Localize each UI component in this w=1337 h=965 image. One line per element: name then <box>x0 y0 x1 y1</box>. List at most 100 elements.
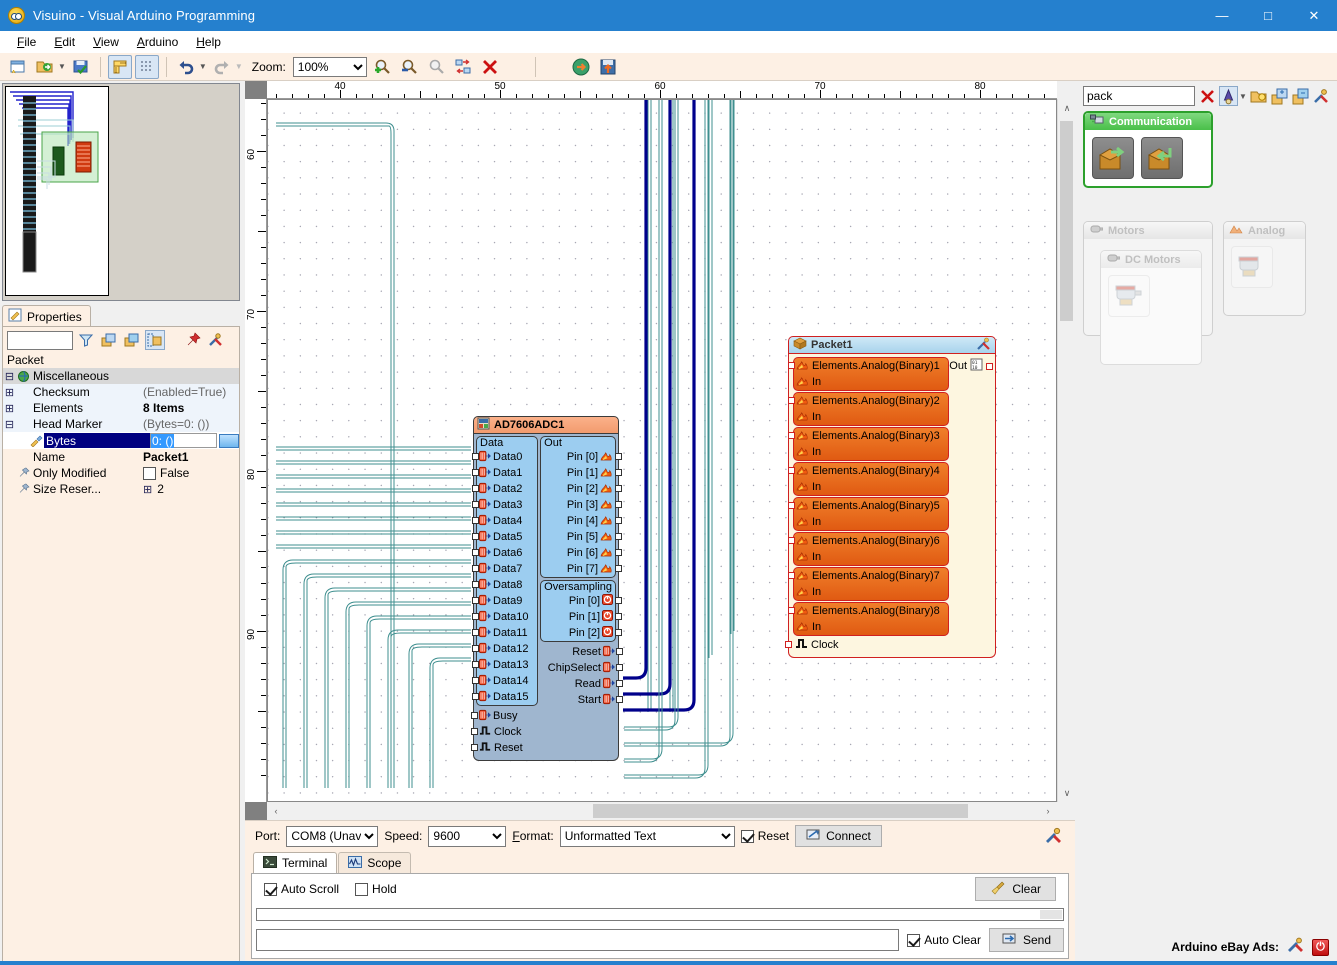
pin-socket[interactable] <box>616 696 623 703</box>
menu-item-help[interactable]: Help <box>187 33 230 51</box>
upload-icon[interactable] <box>596 55 620 79</box>
pin-socket[interactable] <box>472 581 479 588</box>
packet-out-socket[interactable] <box>986 362 993 370</box>
component-header[interactable]: Packet1 <box>788 336 996 354</box>
send-input[interactable] <box>256 929 900 951</box>
subcategory-header[interactable]: DC Motors <box>1101 251 1201 268</box>
horizontal-scroll-thumb[interactable] <box>593 804 968 818</box>
tab-properties[interactable]: Properties <box>2 305 91 327</box>
adc-data-pin[interactable]: Data0 <box>472 449 537 465</box>
power-icon[interactable]: ⏻ <box>1312 938 1329 956</box>
reset-checkbox-wrap[interactable]: Reset <box>740 829 789 843</box>
terminal-scroll-thumb[interactable] <box>1040 910 1062 919</box>
undo-icon[interactable] <box>174 55 198 79</box>
zoom-reset-icon[interactable] <box>424 55 448 79</box>
auto-scroll-checkbox-wrap[interactable]: Auto Scroll <box>264 882 339 896</box>
packet-element[interactable]: Elements.Analog(Binary)6 In <box>788 532 949 566</box>
pin-socket[interactable] <box>472 549 479 556</box>
element-in-socket[interactable] <box>788 537 795 544</box>
packet-in-icon[interactable] <box>1141 137 1183 179</box>
minimize-button[interactable]: — <box>1199 0 1245 31</box>
pin-socket[interactable] <box>472 533 479 540</box>
category-header[interactable]: Communication <box>1085 113 1211 130</box>
category-header[interactable]: Analog <box>1224 222 1305 239</box>
scroll-down-arrow[interactable]: ∨ <box>1058 784 1076 802</box>
options-icon[interactable] <box>1313 86 1331 106</box>
adc-out-pin[interactable]: Pin [7] <box>541 561 622 577</box>
adc-pin-reset[interactable]: Reset <box>471 740 538 756</box>
adc-data-pin[interactable]: Data12 <box>472 641 537 657</box>
vertical-scroll-thumb[interactable] <box>1060 121 1073 321</box>
adc-data-pin[interactable]: Data9 <box>472 593 537 609</box>
adc-out-pin[interactable]: Pin [0] <box>541 449 622 465</box>
adc-out-pin[interactable]: Pin [3] <box>541 497 622 513</box>
adc-oversampling-pin[interactable]: Pin [2] <box>541 625 622 641</box>
packet-clock-socket[interactable] <box>785 641 792 648</box>
element-in-socket[interactable] <box>788 502 795 509</box>
adc-data-pin[interactable]: Data6 <box>472 545 537 561</box>
expander-icon[interactable]: ⊟ <box>3 418 16 431</box>
element-pin-row[interactable]: In <box>788 502 948 530</box>
adc-oversampling-pin[interactable]: Pin [0] <box>541 593 622 609</box>
pin-socket[interactable] <box>472 661 479 668</box>
menu-item-view[interactable]: View <box>84 33 128 51</box>
property-value-cell[interactable]: ⊞ 2 <box>139 482 239 496</box>
group-view-icon[interactable] <box>145 330 165 350</box>
category-communication[interactable]: Communication <box>1083 111 1213 188</box>
menu-item-edit[interactable]: Edit <box>45 33 84 51</box>
property-row-miscellaneous[interactable]: ⊟ Miscellaneous <box>3 368 239 384</box>
reset-checkbox[interactable] <box>740 829 754 843</box>
adc-control-pin-chipselect[interactable]: ChipSelect <box>538 660 623 676</box>
property-row-size-reserved[interactable]: Size Reser... ⊞ 2 <box>3 481 239 497</box>
adc-oversampling-pin[interactable]: Pin [1] <box>541 609 622 625</box>
pin-socket[interactable] <box>615 629 622 636</box>
clear-button[interactable]: Clear <box>975 877 1056 901</box>
sort-by-category-icon[interactable] <box>99 330 119 350</box>
scroll-right-arrow[interactable]: › <box>1039 802 1057 820</box>
pin-socket[interactable] <box>615 565 622 572</box>
element-pin-row[interactable]: In <box>788 362 948 390</box>
element-in-socket[interactable] <box>788 572 795 579</box>
packet-tools-icon[interactable] <box>977 337 991 353</box>
open-dropdown-caret[interactable]: ▼ <box>58 62 66 71</box>
ads-settings-icon[interactable] <box>1287 937 1304 957</box>
project-preview[interactable] <box>2 83 240 301</box>
adc-control-pin-read[interactable]: Read <box>538 676 623 692</box>
pin-socket[interactable] <box>472 565 479 572</box>
element-in-socket[interactable] <box>788 432 795 439</box>
pin-socket[interactable] <box>615 485 622 492</box>
size-reserved-expander-icon[interactable]: ⊞ <box>143 483 152 496</box>
chevron-down-icon[interactable]: ▼ <box>1239 92 1247 101</box>
bytes-value-editor[interactable]: 0: () <box>150 433 217 448</box>
property-value-cell[interactable]: False <box>139 466 239 480</box>
menu-item-file[interactable]: File <box>8 33 45 51</box>
element-in-socket[interactable] <box>788 607 795 614</box>
collapse-all-icon[interactable] <box>1292 86 1310 106</box>
tab-scope[interactable]: Scope <box>338 852 412 873</box>
maximize-button[interactable]: □ <box>1245 0 1291 31</box>
adc-control-pin-reset[interactable]: Reset <box>538 644 623 660</box>
format-select[interactable]: Unformatted Text <box>559 825 735 847</box>
pin-socket[interactable] <box>616 680 623 687</box>
speed-select[interactable]: 9600 <box>428 825 507 847</box>
adc-data-pin[interactable]: Data13 <box>472 657 537 673</box>
only-modified-checkbox[interactable] <box>143 466 156 480</box>
pin-socket[interactable] <box>471 744 478 751</box>
pin-icon[interactable] <box>183 330 203 350</box>
filter-funnel-icon[interactable] <box>76 330 96 350</box>
toggle-ruler-icon[interactable] <box>107 54 132 79</box>
pin-socket[interactable] <box>472 613 479 620</box>
element-pin-row[interactable]: In <box>788 432 948 460</box>
packet-element[interactable]: Elements.Analog(Binary)2 In <box>788 392 949 426</box>
component-search-input[interactable] <box>1083 86 1195 106</box>
clear-filter-icon[interactable] <box>1198 86 1216 106</box>
pin-socket[interactable] <box>472 517 479 524</box>
pin-socket[interactable] <box>472 645 479 652</box>
element-in-socket[interactable] <box>788 362 795 369</box>
send-button[interactable]: Send <box>988 928 1064 952</box>
zoom-select[interactable]: 100% <box>292 56 367 77</box>
element-pin-row[interactable]: In <box>788 397 948 425</box>
bytes-ellipsis-button[interactable] <box>219 433 239 448</box>
serial-options-icon[interactable] <box>1043 825 1065 847</box>
zoom-out-icon[interactable] <box>397 55 421 79</box>
